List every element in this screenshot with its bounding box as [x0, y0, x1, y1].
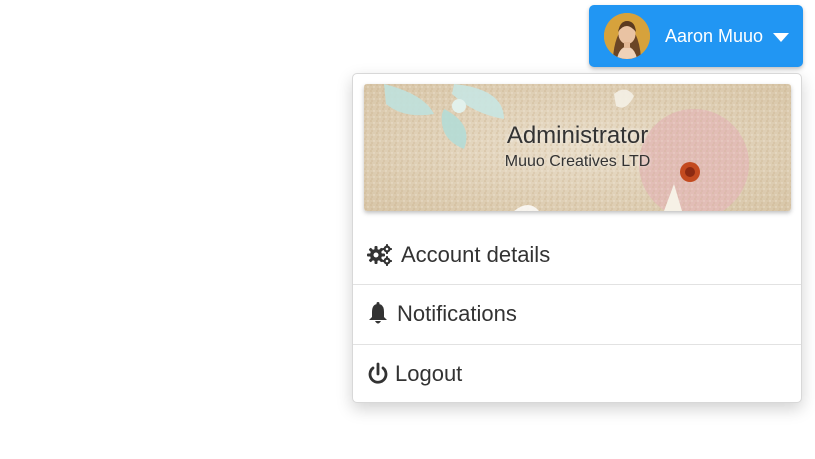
menu-item-account-details[interactable]: Account details [353, 225, 801, 284]
menu-item-label: Logout [395, 361, 463, 386]
profile-banner: Administrator Muuo Creatives LTD [364, 84, 791, 211]
user-menu-button[interactable]: Aaron Muuo [589, 5, 803, 67]
avatar [604, 13, 650, 59]
profile-role: Administrator [506, 122, 649, 149]
gears-icon [367, 241, 395, 269]
menu-item-label: Account details [401, 241, 551, 267]
user-dropdown-menu: Administrator Muuo Creatives LTD Account… [352, 73, 802, 403]
profile-company: Muuo Creatives LTD [504, 153, 651, 170]
bell-icon [367, 300, 391, 328]
menu-item-notifications[interactable]: Notifications [353, 284, 801, 343]
caret-down-icon [773, 32, 790, 42]
user-name: Aaron Muuo [665, 25, 764, 46]
menu-item-label: Notifications [397, 301, 517, 326]
power-icon [367, 360, 389, 388]
menu-item-logout[interactable]: Logout [353, 344, 801, 403]
